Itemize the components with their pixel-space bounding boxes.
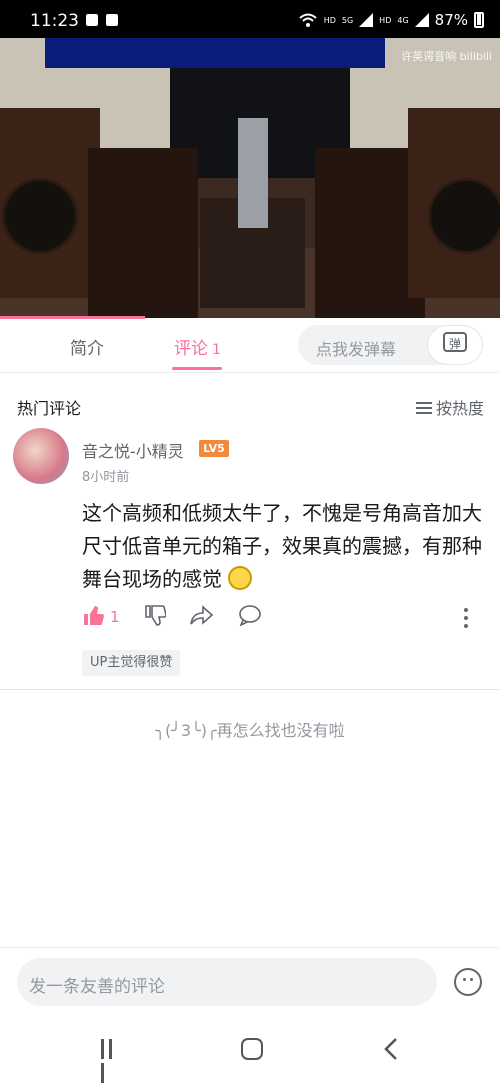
network-hd-label-2: HD: [379, 15, 392, 25]
danmu-input[interactable]: 点我发弹幕 弹: [298, 325, 483, 365]
active-tab-indicator: [172, 367, 222, 370]
video-frame-speaker-left-inner: [88, 148, 198, 318]
thumbs-up-icon[interactable]: [82, 604, 104, 626]
network-hd-label: HD: [323, 15, 336, 25]
wifi-icon: [299, 13, 317, 27]
grin-emoji-icon: [228, 566, 253, 590]
reply-icon[interactable]: [238, 604, 262, 626]
system-nav-bar: [0, 1017, 500, 1083]
comment-text: 这个高频和低频太牛了，不愧是号角高音加大尺寸低音单元的箱子，效果真的震撼，有那种…: [82, 497, 482, 596]
tab-comments-count: 1: [212, 342, 221, 358]
signal-icon: [359, 13, 374, 27]
emoji-icon[interactable]: [454, 968, 482, 996]
comment-input[interactable]: 发一条友善的评论: [17, 958, 437, 1006]
tab-comments[interactable]: 评论 1: [174, 334, 221, 359]
video-progress-bar[interactable]: [0, 316, 145, 319]
home-icon[interactable]: [241, 1038, 263, 1060]
signal-icon: [414, 13, 429, 27]
avatar[interactable]: [13, 428, 69, 484]
video-watermark: 许英谔音响 bilibili: [401, 50, 492, 63]
video-frame-woofer-right: [428, 178, 500, 254]
comment-input-placeholder: 发一条友善的评论: [29, 977, 165, 997]
danmu-icon: 弹: [443, 332, 467, 352]
divider: [0, 689, 500, 690]
more-options-icon[interactable]: [464, 608, 468, 632]
video-player[interactable]: 许英谔音响 bilibili: [0, 38, 500, 318]
comment-time: 8小时前: [82, 470, 130, 485]
video-frame-banner: [45, 38, 385, 68]
end-of-comments-text: ╮(╯3╰)╭再怎么找也没有啦: [155, 721, 345, 740]
danmu-placeholder: 点我发弹幕: [316, 340, 397, 359]
comment-username[interactable]: 音之悦-小精灵: [82, 438, 184, 462]
comment-actions: 1: [82, 604, 482, 632]
signal-4g-label: 4G: [397, 15, 409, 25]
battery-percent: 87%: [434, 11, 468, 29]
tab-comments-label: 评论: [174, 339, 208, 359]
sort-label: 按热度: [435, 399, 484, 418]
like-count: 1: [110, 608, 120, 626]
level-badge: LV5: [199, 440, 229, 457]
video-frame-amp: [238, 118, 268, 228]
hot-comments-title: 热门评论: [17, 399, 82, 418]
recent-apps-icon[interactable]: [101, 1039, 123, 1083]
tab-bar: 简介 评论 1 点我发弹幕 弹: [0, 320, 500, 373]
status-time: 11:23: [30, 11, 79, 31]
status-bar: 11:23 HD 5G HD 4G 87%: [0, 0, 500, 38]
video-frame-woofer-left: [2, 178, 78, 254]
share-icon[interactable]: [190, 604, 214, 626]
danmu-toggle-button[interactable]: 弹: [427, 325, 483, 365]
status-right: HD 5G HD 4G 87%: [298, 11, 484, 29]
back-icon[interactable]: [384, 1038, 398, 1060]
shopping-bag-icon: [106, 14, 118, 26]
tab-intro[interactable]: 简介: [70, 334, 104, 359]
signal-5g-label: 5G: [341, 15, 354, 25]
sort-button[interactable]: 按热度: [415, 395, 484, 419]
comment-body: 这个高频和低频太牛了，不愧是号角高音加大尺寸低音单元的箱子，效果真的震撼，有那种…: [82, 501, 482, 591]
up-liked-badge: UP主觉得很赞: [82, 650, 181, 676]
comment-input-bar: 发一条友善的评论: [0, 947, 500, 1018]
shopping-bag-icon: [86, 14, 98, 26]
thumbs-down-icon[interactable]: [144, 604, 166, 626]
list-icon: [415, 402, 432, 414]
battery-icon: [474, 12, 484, 28]
